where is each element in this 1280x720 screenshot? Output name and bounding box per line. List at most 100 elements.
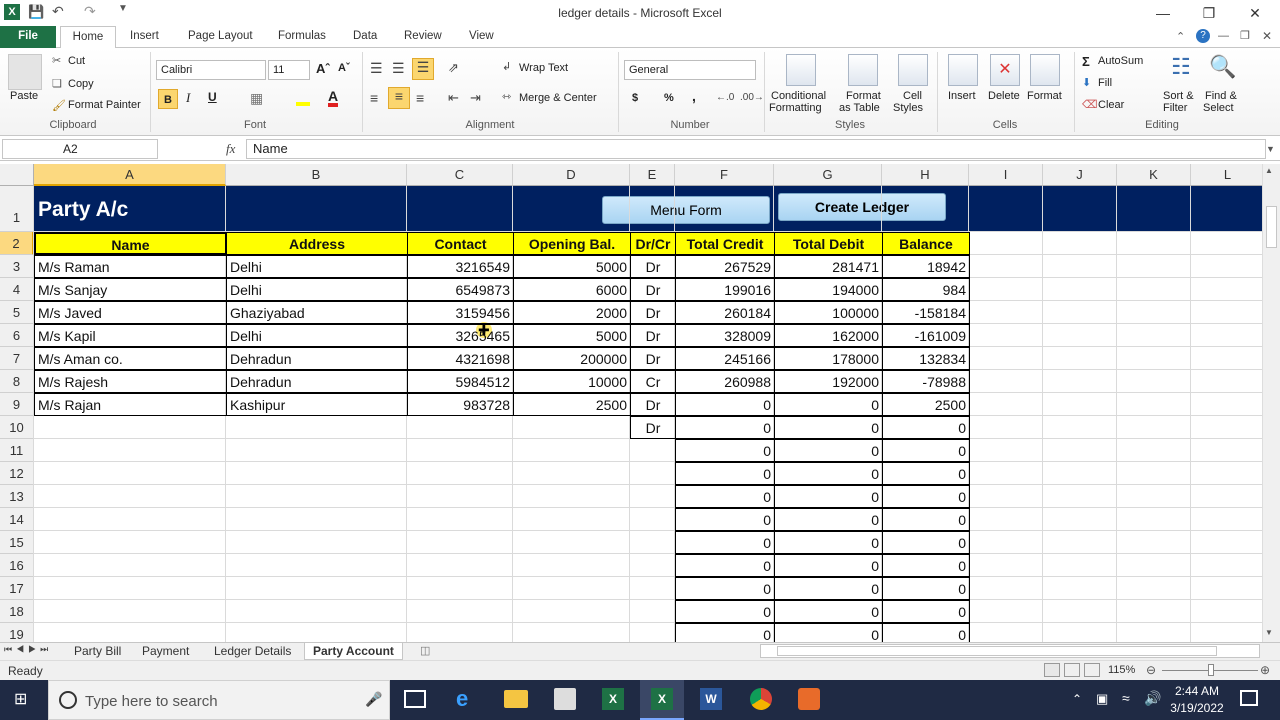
zoom-out-icon[interactable]: ⊖ — [1146, 663, 1156, 677]
decrease-decimal-icon[interactable]: .00→ — [740, 92, 764, 103]
table-cell[interactable] — [226, 416, 408, 439]
table-cell[interactable] — [226, 600, 408, 623]
table-cell[interactable] — [34, 531, 227, 554]
row-header[interactable]: 7 — [0, 347, 34, 370]
table-cell[interactable]: M/s Raman — [34, 255, 227, 278]
number-format-select[interactable]: General — [624, 60, 756, 80]
row-header[interactable]: 15 — [0, 531, 34, 554]
wb-minimize-icon[interactable]: — — [1218, 30, 1229, 42]
insert-sheet-icon[interactable]: ◫ — [420, 644, 430, 657]
page-layout-view-icon[interactable] — [1064, 663, 1080, 677]
taskbar-search-box[interactable]: Type here to search 🎤 — [48, 680, 390, 720]
zoom-slider-thumb[interactable] — [1208, 664, 1214, 676]
table-cell[interactable]: Delhi — [226, 324, 408, 347]
horizontal-scrollbar[interactable] — [760, 644, 1260, 658]
table-cell[interactable] — [630, 554, 676, 577]
table-cell[interactable]: 0 — [774, 416, 883, 439]
table-cell[interactable]: 0 — [675, 439, 775, 462]
table-cell[interactable] — [630, 508, 676, 531]
notifications-icon[interactable] — [1240, 690, 1258, 706]
table-cell[interactable]: 0 — [882, 531, 970, 554]
table-cell[interactable]: 281471 — [774, 255, 883, 278]
format-painter-icon[interactable]: 🖌 — [52, 99, 66, 112]
network-status-icon[interactable]: ▣ — [1096, 691, 1108, 707]
table-cell[interactable]: Kashipur — [226, 393, 408, 416]
shrink-font-icon[interactable]: Aˇ — [338, 62, 350, 74]
menu-form-button[interactable]: Menu Form — [602, 196, 770, 224]
table-cell[interactable]: -158184 — [882, 301, 970, 324]
table-cell[interactable]: 0 — [774, 554, 883, 577]
sort-filter-icon[interactable]: ☷ — [1166, 54, 1196, 86]
table-cell[interactable]: 0 — [774, 508, 883, 531]
table-header-cell[interactable]: Name — [34, 232, 227, 255]
table-cell[interactable]: 0 — [882, 462, 970, 485]
scroll-up-icon[interactable]: ▲ — [1265, 166, 1273, 175]
table-header-cell[interactable]: Opening Bal. — [513, 232, 631, 255]
table-cell[interactable]: 267529 — [675, 255, 775, 278]
conditional-formatting-label-2[interactable]: Formatting — [769, 102, 822, 114]
tab-insert[interactable]: Insert — [124, 26, 165, 48]
row-header[interactable]: 10 — [0, 416, 34, 439]
edge-icon[interactable]: e — [456, 686, 468, 712]
cell-styles-label-2[interactable]: Styles — [893, 102, 923, 114]
table-cell[interactable] — [407, 508, 514, 531]
collapse-ribbon-icon[interactable]: ⌃ — [1176, 30, 1185, 43]
table-cell[interactable] — [34, 600, 227, 623]
table-cell[interactable]: 0 — [774, 462, 883, 485]
table-cell[interactable] — [407, 554, 514, 577]
table-cell[interactable]: Ghaziyabad — [226, 301, 408, 324]
row-header[interactable]: 2 — [0, 232, 34, 255]
conditional-formatting-icon[interactable] — [786, 54, 816, 86]
find-select-label-2[interactable]: Select — [1203, 102, 1234, 114]
table-cell[interactable]: 0 — [675, 554, 775, 577]
cell-styles-label[interactable]: Cell — [903, 90, 922, 102]
font-size-select[interactable]: 11 — [268, 60, 310, 80]
table-cell[interactable] — [226, 554, 408, 577]
table-cell[interactable] — [630, 531, 676, 554]
row-header[interactable]: 11 — [0, 439, 34, 462]
table-cell[interactable] — [226, 623, 408, 642]
decrease-indent-icon[interactable]: ⇤ — [448, 90, 459, 106]
tab-home[interactable]: Home — [60, 26, 116, 49]
close-icon[interactable]: ✕ — [1232, 0, 1278, 26]
wb-close-icon[interactable]: ✕ — [1262, 29, 1272, 43]
fill-icon[interactable]: ⬇ — [1082, 76, 1091, 89]
name-box[interactable]: A2 — [2, 139, 158, 159]
find-select-label[interactable]: Find & — [1205, 90, 1237, 102]
table-cell[interactable]: 0 — [774, 577, 883, 600]
align-middle-icon[interactable]: ☰ — [392, 60, 405, 77]
table-cell[interactable] — [34, 485, 227, 508]
table-cell[interactable]: 6549873 — [407, 278, 514, 301]
help-icon[interactable]: ? — [1196, 29, 1210, 43]
merge-center-button[interactable]: Merge & Center — [519, 92, 597, 104]
wifi-icon[interactable]: ≈ — [1122, 690, 1130, 706]
table-cell[interactable] — [513, 623, 631, 642]
row-header[interactable]: 1 — [0, 186, 34, 232]
table-cell[interactable]: 200000 — [513, 347, 631, 370]
tab-file[interactable]: File — [0, 26, 56, 48]
table-cell[interactable]: 5984512 — [407, 370, 514, 393]
table-cell[interactable]: 5000 — [513, 324, 631, 347]
table-cell[interactable] — [407, 600, 514, 623]
word-icon[interactable]: W — [700, 688, 722, 710]
sheet-tab[interactable]: Party Account — [304, 643, 403, 660]
tab-view[interactable]: View — [463, 26, 500, 48]
table-cell[interactable]: 18942 — [882, 255, 970, 278]
table-cell[interactable]: Dehradun — [226, 347, 408, 370]
column-header[interactable]: J — [1043, 164, 1117, 186]
bold-button[interactable]: B — [158, 89, 178, 109]
microphone-icon[interactable]: 🎤 — [365, 691, 382, 708]
row-header[interactable]: 9 — [0, 393, 34, 416]
table-cell[interactable] — [513, 485, 631, 508]
table-cell[interactable]: 132834 — [882, 347, 970, 370]
excel-active-taskbar-button[interactable]: X — [640, 680, 684, 720]
table-cell[interactable]: Delhi — [226, 278, 408, 301]
table-cell[interactable]: 178000 — [774, 347, 883, 370]
table-cell[interactable] — [630, 577, 676, 600]
table-cell[interactable] — [630, 600, 676, 623]
table-cell[interactable]: 2500 — [882, 393, 970, 416]
table-cell[interactable]: 0 — [882, 485, 970, 508]
table-cell[interactable] — [226, 462, 408, 485]
minimize-icon[interactable]: — — [1140, 0, 1186, 26]
format-as-table-icon[interactable] — [848, 54, 878, 86]
